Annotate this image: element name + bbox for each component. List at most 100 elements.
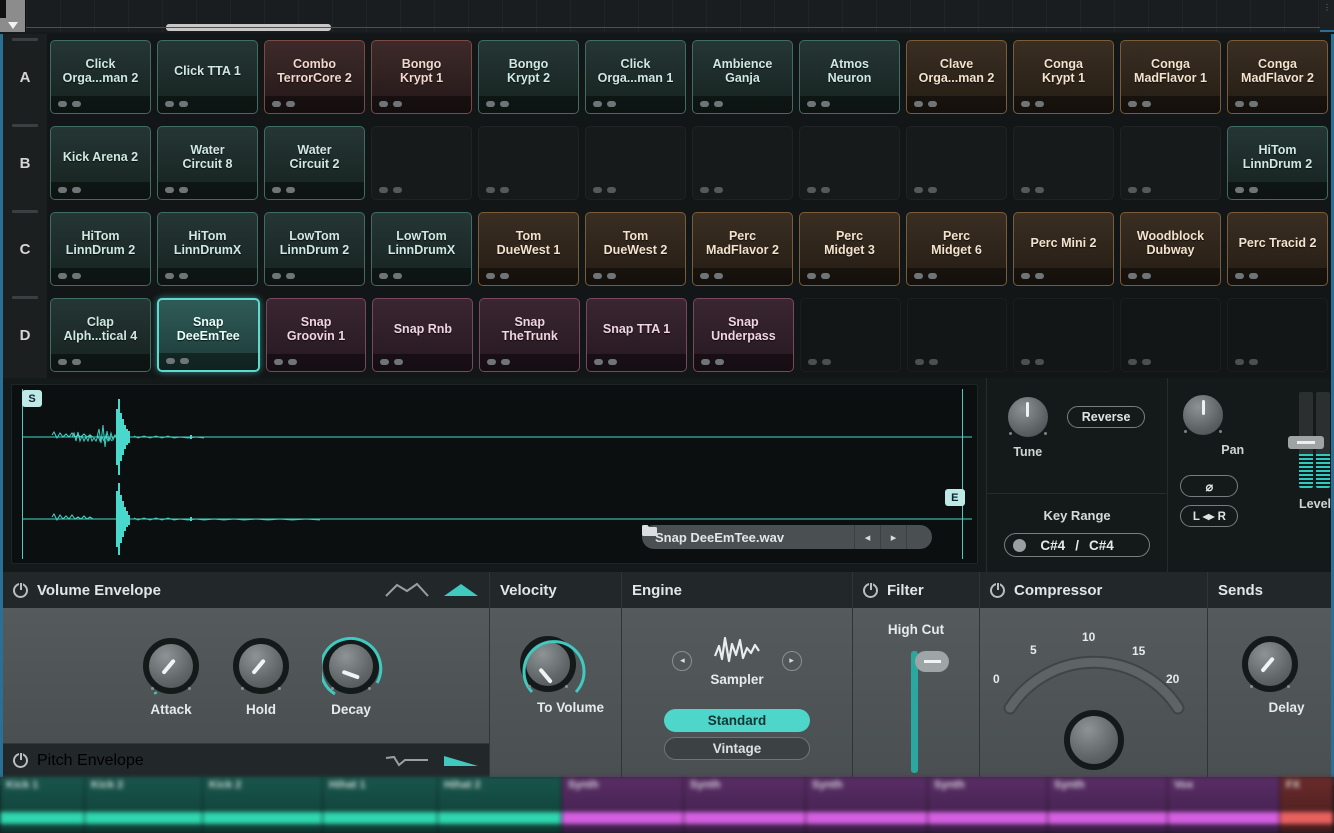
pad-c9[interactable]: Perc Midget 6 (906, 212, 1007, 286)
power-icon[interactable] (863, 581, 878, 598)
high-cut-slider-handle[interactable] (915, 651, 949, 672)
pad-c3[interactable]: LowTom LinnDrum 2 (264, 212, 365, 286)
pad-d1[interactable]: Clap Alph...tical 4 (50, 298, 151, 372)
pad-d8[interactable] (799, 298, 901, 372)
ruler-track[interactable] (26, 0, 1320, 32)
to-volume-control[interactable]: To Volume (490, 608, 621, 715)
compressor-amount-knob[interactable] (1064, 710, 1124, 770)
hold-knob[interactable] (233, 638, 289, 694)
pad-d4[interactable]: Snap Rnb (372, 298, 474, 372)
attack-control[interactable]: Attack (143, 638, 199, 717)
pad-a10[interactable]: Conga Krypt 1 (1013, 40, 1114, 114)
sample-end-line[interactable] (961, 389, 963, 559)
pad-a3[interactable]: Combo TerrorCore 2 (264, 40, 365, 114)
phase-invert-button[interactable]: ⌀ (1180, 475, 1239, 497)
pad-b12[interactable]: HiTom LinnDrum 2 (1227, 126, 1328, 200)
engine-mode-vintage[interactable]: Vintage (664, 737, 810, 760)
next-sample-button[interactable]: ▸ (880, 525, 906, 549)
pad-b2[interactable]: Water Circuit 8 (157, 126, 258, 200)
pad-a7[interactable]: Ambience Ganja (692, 40, 793, 114)
pad-b6[interactable] (585, 126, 686, 200)
high-cut-slider-track[interactable] (911, 651, 918, 773)
clip-item[interactable]: Synth (806, 777, 928, 833)
pad-c10[interactable]: Perc Mini 2 (1013, 212, 1114, 286)
pad-d2-selected[interactable]: Snap DeeEmTee (156, 298, 260, 372)
pad-b10[interactable] (1013, 126, 1114, 200)
prev-sample-button[interactable]: ◂ (854, 525, 880, 549)
pad-a4[interactable]: Bongo Krypt 1 (371, 40, 472, 114)
power-icon[interactable] (13, 581, 28, 598)
clip-item[interactable]: Kick 1 (0, 777, 85, 833)
power-icon[interactable] (13, 752, 28, 768)
clip-item[interactable]: Hihat 2 (438, 777, 562, 833)
level-fader-handle[interactable] (1288, 436, 1325, 449)
key-range-value[interactable]: C#4 / C#4 (1004, 533, 1151, 557)
engine-next-button[interactable]: ▸ (781, 650, 802, 671)
engine-selection[interactable]: Sampler (710, 634, 764, 687)
pad-c6[interactable]: Tom DueWest 2 (585, 212, 686, 286)
pad-b7[interactable] (692, 126, 793, 200)
pad-b4[interactable] (371, 126, 472, 200)
delay-send-control[interactable]: Delay (1208, 608, 1331, 715)
pitch-envelope-header[interactable]: Pitch Envelope (3, 743, 489, 777)
reverse-button[interactable]: Reverse (1066, 406, 1146, 428)
pad-b11[interactable] (1120, 126, 1221, 200)
to-volume-knob[interactable] (520, 636, 586, 694)
pad-a6[interactable]: Click Orga...man 1 (585, 40, 686, 114)
clip-item[interactable]: Synth (1048, 777, 1168, 833)
sample-end-marker[interactable]: E (944, 489, 965, 506)
decay-control[interactable]: Decay (322, 637, 383, 717)
pad-c2[interactable]: HiTom LinnDrumX (157, 212, 258, 286)
pad-c1[interactable]: HiTom LinnDrum 2 (50, 212, 151, 286)
tune-control[interactable]: Tune (1004, 394, 1051, 459)
clip-item[interactable]: Vox (1168, 777, 1280, 833)
waveform-display[interactable]: S E Snap DeeEmTee.wav ◂ ▸ (11, 384, 978, 564)
pad-d6[interactable]: Snap TTA 1 (586, 298, 687, 372)
pad-b9[interactable] (906, 126, 1007, 200)
pad-a1[interactable]: Click Orga...man 2 (50, 40, 151, 114)
ruler-header[interactable] (0, 0, 26, 32)
pad-d11[interactable] (1120, 298, 1222, 372)
pad-c12[interactable]: Perc Tracid 2 (1227, 212, 1328, 286)
pad-d7[interactable]: Snap Underpass (692, 298, 794, 372)
pad-c4[interactable]: LowTom LinnDrumX (371, 212, 472, 286)
pad-c5[interactable]: Tom DueWest 1 (478, 212, 579, 286)
clip-item[interactable]: Synth (562, 777, 684, 833)
pad-a8[interactable]: Atmos Neuron (799, 40, 900, 114)
engine-prev-button[interactable]: ◂ (672, 650, 693, 671)
sample-start-line[interactable] (22, 389, 23, 559)
pad-c8[interactable]: Perc Midget 3 (799, 212, 900, 286)
clip-item[interactable]: Synth (928, 777, 1048, 833)
pad-d5[interactable]: Snap TheTrunk (479, 298, 581, 372)
pad-b5[interactable] (478, 126, 579, 200)
pad-a9[interactable]: Clave Orga...man 2 (906, 40, 1007, 114)
pitch-shape-curve-icon[interactable] (385, 754, 429, 768)
pad-b3[interactable]: Water Circuit 2 (264, 126, 365, 200)
pad-d3[interactable]: Snap Groovin 1 (265, 298, 367, 372)
attack-knob[interactable] (143, 638, 199, 695)
pad-c7[interactable]: Perc MadFlavor 2 (692, 212, 793, 286)
clip-item[interactable]: Hihat 1 (323, 777, 438, 833)
clip-item[interactable]: FX (1280, 777, 1334, 833)
tune-knob[interactable] (1004, 394, 1051, 440)
pad-d12[interactable] (1227, 298, 1328, 372)
pad-d10[interactable] (1013, 298, 1115, 372)
pad-d9[interactable] (906, 298, 1008, 372)
hold-control[interactable]: Hold (233, 638, 289, 717)
pitch-shape-ramp-icon[interactable] (443, 754, 479, 768)
browse-folder-icon[interactable] (642, 525, 932, 549)
pad-b8[interactable] (799, 126, 900, 200)
delay-knob[interactable] (1242, 636, 1298, 692)
pad-a5[interactable]: Bongo Krypt 2 (478, 40, 579, 114)
clip-item[interactable]: Kick 2 (203, 777, 323, 833)
clip-item[interactable]: Kick 2 (85, 777, 203, 833)
pad-a11[interactable]: Conga MadFlavor 1 (1120, 40, 1221, 114)
envelope-shape-triangle-icon[interactable] (443, 582, 479, 598)
envelope-shape-ahd-icon[interactable] (385, 582, 429, 598)
sample-start-marker[interactable]: S (22, 390, 42, 407)
horizontal-scrollbar-thumb[interactable] (166, 24, 331, 31)
pad-c11[interactable]: Woodblock Dubway (1120, 212, 1221, 286)
pad-a2[interactable]: Click TTA 1 (157, 40, 258, 114)
level-control[interactable]: Level (1288, 392, 1331, 527)
lr-swap-button[interactable]: L ◂▸ R (1180, 505, 1239, 527)
